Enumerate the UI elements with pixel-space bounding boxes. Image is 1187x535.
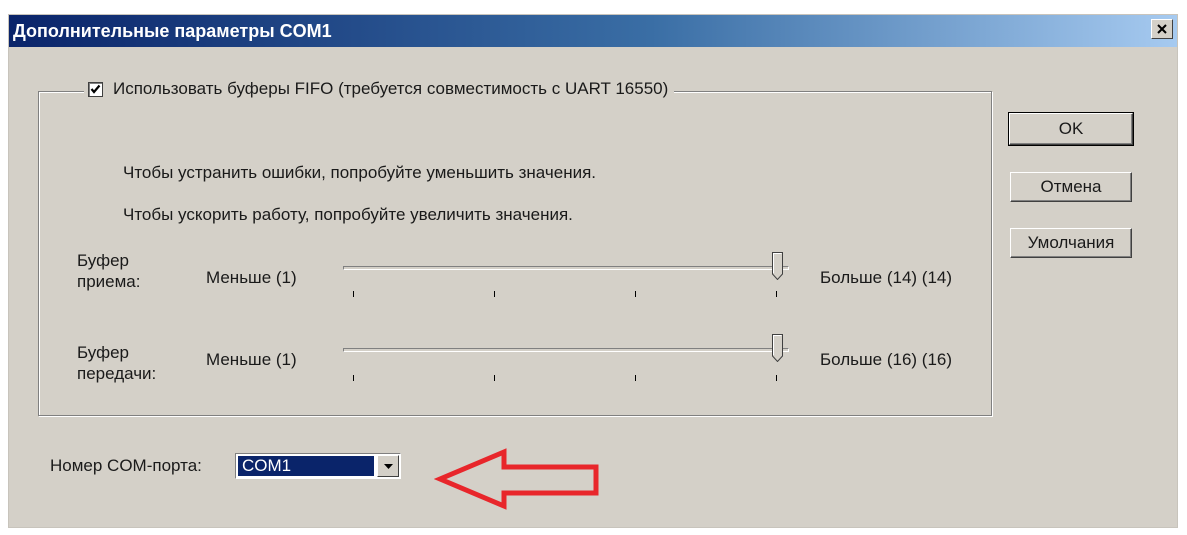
receive-buffer-min-label: Меньше (1) <box>206 268 297 287</box>
receive-buffer-max-label: Больше (14) (14) <box>820 268 952 288</box>
title-bar[interactable]: Дополнительные параметры COM1 <box>9 15 1177 47</box>
transmit-buffer-slider-thumb[interactable] <box>772 334 783 362</box>
transmit-buffer-label-line2: передачи: <box>77 364 157 383</box>
transmit-buffer-label-line1: Буфер <box>77 343 129 362</box>
receive-buffer-label-line2: приема: <box>77 272 141 291</box>
transmit-buffer-max-label: Больше (16) (16) <box>820 350 952 370</box>
com-port-label: Номер COM-порта: <box>50 456 202 475</box>
transmit-buffer-tick <box>353 375 354 381</box>
chevron-down-icon <box>383 463 393 469</box>
checkmark-icon <box>90 84 101 94</box>
com-port-select[interactable]: COM1 <box>235 453 401 479</box>
fifo-checkbox-row[interactable]: Использовать буферы FIFO (требуется совм… <box>84 79 675 99</box>
ok-button[interactable]: OK <box>1008 112 1134 146</box>
receive-buffer-max-text: Больше (14) <box>820 268 918 287</box>
transmit-buffer-tick <box>776 375 777 381</box>
receive-buffer-tick <box>494 291 495 297</box>
receive-buffer-label: Буфер приема: <box>77 250 140 292</box>
defaults-button[interactable]: Умолчания <box>1010 228 1132 258</box>
receive-buffer-slider-track[interactable] <box>343 266 789 270</box>
cancel-button[interactable]: Отмена <box>1010 172 1132 202</box>
com-port-selected-value[interactable]: COM1 <box>238 456 374 476</box>
fifo-checkbox-label: Использовать буферы FIFO (требуется совм… <box>113 79 669 98</box>
fifo-checkbox[interactable] <box>88 81 103 97</box>
arrow-left-icon <box>434 448 599 510</box>
transmit-buffer-tick <box>635 375 636 381</box>
window-title: Дополнительные параметры COM1 <box>13 21 332 41</box>
hint-speed-up: Чтобы ускорить работу, попробуйте увелич… <box>123 205 573 224</box>
hint-fix-errors: Чтобы устранить ошибки, попробуйте умень… <box>123 163 597 182</box>
close-icon <box>1157 24 1167 34</box>
receive-buffer-label-line1: Буфер <box>77 251 129 270</box>
transmit-buffer-current-value: (16) <box>921 350 953 369</box>
receive-buffer-slider-thumb[interactable] <box>772 252 783 280</box>
receive-buffer-tick <box>635 291 636 297</box>
transmit-buffer-slider-track[interactable] <box>343 348 789 352</box>
close-button[interactable] <box>1151 19 1173 39</box>
receive-buffer-tick <box>776 291 777 297</box>
receive-buffer-current-value: (14) <box>921 268 953 287</box>
com-port-dropdown-button[interactable] <box>377 455 399 477</box>
receive-buffer-tick <box>353 291 354 297</box>
transmit-buffer-tick <box>494 375 495 381</box>
transmit-buffer-max-text: Больше (16) <box>820 350 918 369</box>
transmit-buffer-label: Буфер передачи: <box>77 342 156 384</box>
transmit-buffer-min-label: Меньше (1) <box>206 350 297 369</box>
